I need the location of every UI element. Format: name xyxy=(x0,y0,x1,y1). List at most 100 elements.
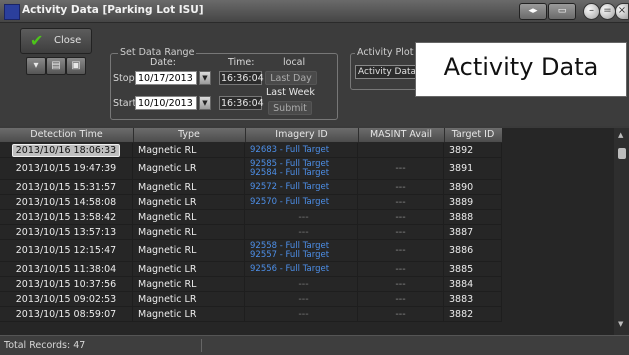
cell-type: Magnetic RL xyxy=(133,225,245,239)
imagery-empty: --- xyxy=(298,278,309,290)
detection-time-value: 2013/10/15 08:59:07 xyxy=(15,308,117,320)
timezone-label: local xyxy=(283,57,306,68)
detection-time-value: 2013/10/15 13:57:13 xyxy=(15,226,117,238)
cell-detection-time[interactable]: 2013/10/15 12:15:47 xyxy=(0,240,133,261)
detection-time-value: 2013/10/15 12:15:47 xyxy=(15,245,117,256)
cell-masint-avail: --- xyxy=(358,180,444,194)
stop-date-field[interactable]: 10/17/2013 xyxy=(135,71,197,85)
header-imagery-id[interactable]: Imagery ID xyxy=(245,129,358,140)
imagery-link[interactable]: 92572 - Full Target xyxy=(250,182,329,192)
cell-imagery-id: 92556 - Full Target xyxy=(245,262,358,276)
title-bar: Activity Data [Parking Lot ISU] ◂▸ ▭ – =… xyxy=(0,0,629,23)
table-row[interactable]: 2013/10/15 10:37:56 Magnetic RL --- --- 3884 xyxy=(0,277,502,292)
cell-detection-time[interactable]: 2013/10/16 18:06:33 xyxy=(0,143,133,157)
cell-masint-avail: --- xyxy=(358,158,444,179)
header-type[interactable]: Type xyxy=(133,129,245,140)
close-button[interactable]: ✔ Close xyxy=(20,28,92,54)
imagery-link[interactable]: 92683 - Full Target xyxy=(250,145,329,155)
cell-target-id: 3888 xyxy=(444,210,502,224)
header-target-id[interactable]: Target ID xyxy=(444,129,502,140)
cell-masint-avail: --- xyxy=(358,225,444,239)
last-week-button[interactable]: Last Week xyxy=(266,87,315,98)
date-header: Date: xyxy=(150,57,176,68)
total-records: Total Records: 47 xyxy=(4,340,86,351)
table-row[interactable]: 2013/10/15 19:47:39 Magnetic LR 92585 - Fu… xyxy=(0,158,502,180)
imagery-link[interactable]: 92584 - Full Target xyxy=(250,168,329,178)
bucket-icon[interactable]: ▾ xyxy=(26,57,46,75)
cell-type: Magnetic LR xyxy=(133,292,245,306)
imagery-link[interactable]: 92557 - Full Target xyxy=(250,250,329,260)
cell-masint-avail: --- xyxy=(358,292,444,306)
cell-detection-time[interactable]: 2013/10/15 19:47:39 xyxy=(0,158,133,179)
last-day-button[interactable]: Last Day xyxy=(265,71,317,85)
imagery-link[interactable]: 92556 - Full Target xyxy=(250,264,329,274)
close-window-icon[interactable]: × xyxy=(615,3,629,20)
undock-button[interactable]: ▭ xyxy=(548,3,576,20)
toggle-panel-button[interactable]: ◂▸ xyxy=(519,3,547,20)
cell-detection-time[interactable]: 2013/10/15 13:57:13 xyxy=(0,225,133,239)
detection-time-value: 2013/10/15 15:31:57 xyxy=(15,181,117,193)
cell-detection-time[interactable]: 2013/10/15 08:59:07 xyxy=(0,307,133,321)
window-title: Activity Data [Parking Lot ISU] xyxy=(22,4,204,16)
vertical-scrollbar[interactable]: ▲ ▼ xyxy=(614,128,629,335)
cell-target-id: 3890 xyxy=(444,180,502,194)
imagery-empty: --- xyxy=(298,211,309,223)
detection-time-value: 2013/10/15 14:58:08 xyxy=(15,196,117,208)
start-date-dropdown-icon[interactable]: ▼ xyxy=(199,96,211,110)
cell-imagery-id: --- xyxy=(245,292,358,306)
cell-imagery-id: --- xyxy=(245,210,358,224)
detection-time-value: 2013/10/15 09:02:53 xyxy=(15,293,117,305)
cell-detection-time[interactable]: 2013/10/15 10:37:56 xyxy=(0,277,133,291)
start-time-field[interactable]: 16:36:04 xyxy=(219,96,264,110)
export-icon[interactable]: ▣ xyxy=(66,57,86,75)
imagery-link[interactable]: 92570 - Full Target xyxy=(250,197,329,207)
cell-type: Magnetic LR xyxy=(133,262,245,276)
stop-date-dropdown-icon[interactable]: ▼ xyxy=(199,71,211,85)
cell-type: Magnetic RL xyxy=(133,180,245,194)
cell-imagery-id: 92585 - Full Target 92584 - Full Target xyxy=(245,158,358,179)
cell-type: Magnetic RL xyxy=(133,143,245,157)
time-header: Time: xyxy=(228,57,255,68)
cell-target-id: 3884 xyxy=(444,277,502,291)
status-bar: Total Records: 47 xyxy=(0,335,629,355)
cell-detection-time[interactable]: 2013/10/15 13:58:42 xyxy=(0,210,133,224)
cell-imagery-id: 92572 - Full Target xyxy=(245,180,358,194)
scroll-thumb[interactable] xyxy=(618,148,626,159)
print-icon[interactable]: ▤ xyxy=(46,57,66,75)
cell-detection-time[interactable]: 2013/10/15 15:31:57 xyxy=(0,180,133,194)
activity-plot-select[interactable]: Activity Data xyxy=(355,65,417,79)
cell-target-id: 3889 xyxy=(444,195,502,209)
maximize-icon[interactable]: = xyxy=(599,3,616,20)
cell-target-id: 3883 xyxy=(444,292,502,306)
cell-masint-avail: --- xyxy=(358,262,444,276)
table-row[interactable]: 2013/10/15 11:38:04 Magnetic LR 92556 - Fu… xyxy=(0,262,502,277)
scroll-down-icon[interactable]: ▼ xyxy=(618,320,623,328)
cell-type: Magnetic LR xyxy=(133,158,245,179)
table-row[interactable]: 2013/10/15 08:59:07 Magnetic LR --- --- 3882 xyxy=(0,307,502,322)
cell-imagery-id: 92570 - Full Target xyxy=(245,195,358,209)
cell-masint-avail: --- xyxy=(358,277,444,291)
cell-detection-time[interactable]: 2013/10/15 14:58:08 xyxy=(0,195,133,209)
cell-detection-time[interactable]: 2013/10/15 11:38:04 xyxy=(0,262,133,276)
cell-imagery-id: --- xyxy=(245,307,358,321)
table-row[interactable]: 2013/10/15 13:58:42 Magnetic RL --- --- 3888 xyxy=(0,210,502,225)
header-masint-avail[interactable]: MASINT Avail xyxy=(358,129,444,140)
cell-detection-time[interactable]: 2013/10/15 09:02:53 xyxy=(0,292,133,306)
stop-time-field[interactable]: 16:36:04 xyxy=(219,71,264,85)
detection-time-value: 2013/10/15 13:58:42 xyxy=(15,211,117,223)
close-button-label: Close xyxy=(54,35,82,46)
table-row[interactable]: 2013/10/15 09:02:53 Magnetic LR --- --- 3883 xyxy=(0,292,502,307)
cell-masint-avail: --- xyxy=(358,210,444,224)
submit-button[interactable]: Submit xyxy=(268,101,312,115)
cell-imagery-id: 92558 - Full Target 92557 - Full Target xyxy=(245,240,358,261)
table-row[interactable]: 2013/10/15 12:15:47 Magnetic RL 92558 - Fu… xyxy=(0,240,502,262)
table-row[interactable]: 2013/10/15 15:31:57 Magnetic RL 92572 - Fu… xyxy=(0,180,502,195)
table-row[interactable]: 2013/10/15 13:57:13 Magnetic RL --- --- 3887 xyxy=(0,225,502,240)
cell-masint-avail: --- xyxy=(358,307,444,321)
table-row[interactable]: 2013/10/16 18:06:33 Magnetic RL 92683 - Fu… xyxy=(0,143,502,158)
start-date-field[interactable]: 10/10/2013 xyxy=(135,96,197,110)
header-detection-time[interactable]: Detection Time xyxy=(0,129,133,140)
scroll-up-icon[interactable]: ▲ xyxy=(618,131,623,139)
minimize-icon[interactable]: – xyxy=(583,3,600,20)
table-row[interactable]: 2013/10/15 14:58:08 Magnetic LR 92570 - Fu… xyxy=(0,195,502,210)
